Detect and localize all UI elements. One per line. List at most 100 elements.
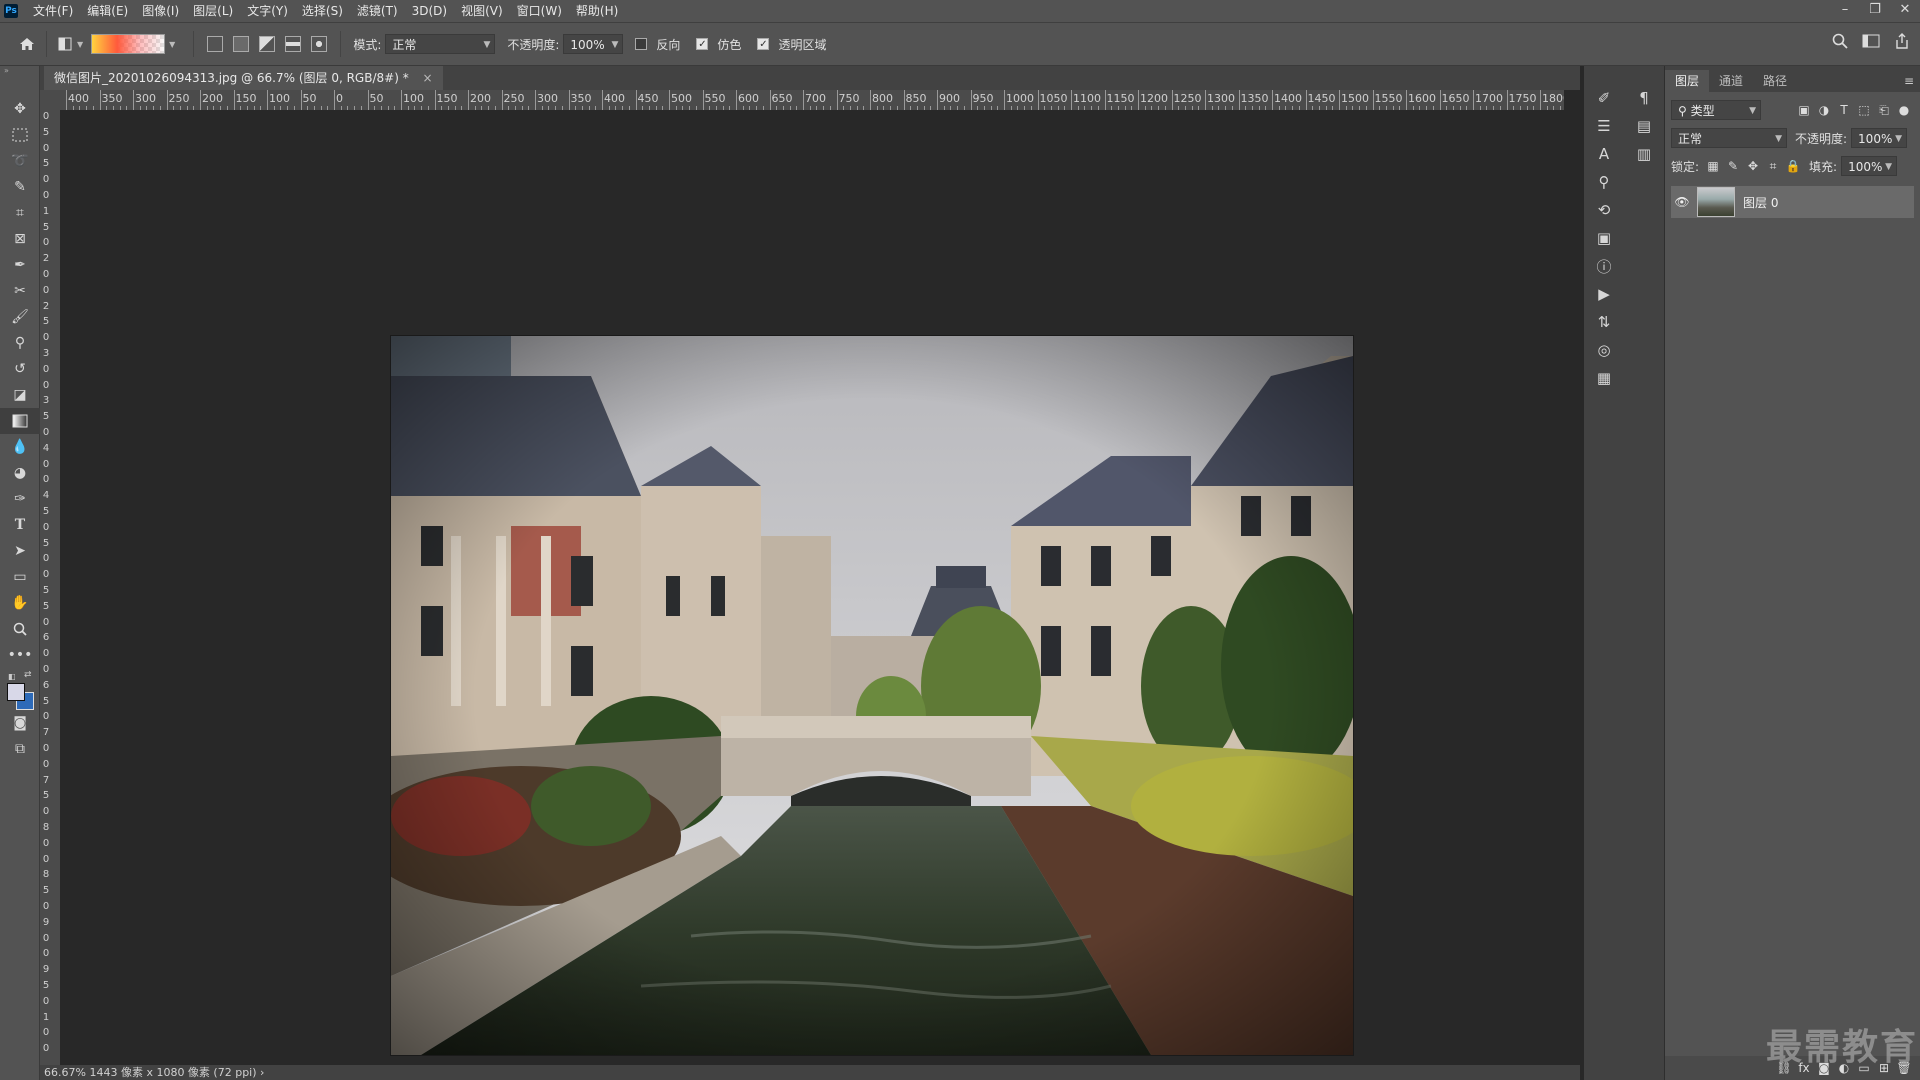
stamp-tool-icon[interactable]: ⚲ [0,330,40,356]
history-brush-icon[interactable]: ↺ [0,356,40,382]
zoom-level[interactable]: 66.67% [44,1066,86,1079]
menu-layer[interactable]: 图层(L) [186,0,240,22]
reverse-checkbox[interactable] [635,38,648,50]
document-tab[interactable]: 微信图片_20201026094313.jpg @ 66.7% (图层 0, R… [44,66,443,90]
filter-shape-icon[interactable]: ⬚ [1854,100,1874,120]
menu-type[interactable]: 文字(Y) [240,0,295,22]
layer-row[interactable]: 👁 图层 0 [1671,186,1914,218]
quick-mask-icon[interactable]: ◙ [0,710,40,736]
adjustments-icon[interactable]: ☰ [1584,112,1624,140]
menu-help[interactable]: 帮助(H) [569,0,625,22]
close-window-icon[interactable]: ✕ [1890,0,1920,22]
hand-tool-icon[interactable]: ✋ [0,590,40,616]
linear-gradient-icon[interactable] [207,36,224,52]
quick-selection-tool-icon[interactable]: ✎ [0,174,40,200]
eraser-tool-icon[interactable]: ◪ [0,382,40,408]
close-tab-icon[interactable]: × [423,71,433,85]
path-selection-tool-icon[interactable]: ➤ [0,538,40,564]
filter-adjustment-icon[interactable]: ◑ [1814,100,1834,120]
home-icon[interactable] [16,33,38,55]
lock-all-icon[interactable]: 🔒 [1783,156,1803,176]
menu-filter[interactable]: 滤镜(T) [350,0,405,22]
history-icon[interactable]: ⟲ [1584,196,1624,224]
character-icon[interactable]: A [1584,140,1624,168]
tab-layers[interactable]: 图层 [1665,70,1710,92]
layer-filter-select[interactable]: ⚲ 类型 ▼ [1671,100,1761,120]
tool-preset-icon[interactable] [55,33,77,55]
chevron-down-icon[interactable]: ▼ [77,40,83,49]
minimize-icon[interactable]: – [1830,0,1860,22]
info-icon[interactable]: ⓘ [1584,252,1624,280]
paragraph-icon[interactable]: ¶ [1624,84,1664,112]
search-icon[interactable] [1832,33,1848,52]
mode-select[interactable]: 正常 ▼ [385,34,496,54]
layer-opacity-field[interactable]: 100% ▼ [1851,128,1908,148]
swap-colors-icon[interactable]: ⇄ [24,670,32,680]
type-tool-icon[interactable]: T [0,512,40,538]
horizontal-ruler[interactable]: 400 350 300 250 200 150 100 50 0 50 100 150 200 250 30… [60,90,1564,111]
filter-smart-object-icon[interactable]: ⎗ [1874,100,1894,120]
screen-mode-icon[interactable]: ⧉ [0,736,40,762]
lock-artboard-icon[interactable]: ⌗ [1763,156,1783,176]
filter-toggle-icon[interactable]: ● [1894,100,1914,120]
restore-icon[interactable]: ❐ [1860,0,1890,22]
menu-3d[interactable]: 3D(D) [405,0,454,22]
chevron-down-icon[interactable]: ▼ [169,40,175,49]
actions-icon[interactable]: ▶ [1584,280,1624,308]
filter-type-icon[interactable]: T [1834,100,1854,120]
menu-image[interactable]: 图像(I) [135,0,186,22]
dodge-tool-icon[interactable]: ◕ [0,460,40,486]
blur-tool-icon[interactable]: 💧 [0,434,40,460]
lock-transparent-icon[interactable]: ▦ [1703,156,1723,176]
canvas-area[interactable] [60,110,1564,1065]
libraries-icon[interactable]: ▤ [1624,112,1664,140]
filter-pixel-icon[interactable]: ▣ [1794,100,1814,120]
foreground-color-swatch[interactable] [7,683,25,701]
collapse-icon[interactable]: » [0,66,39,76]
rectangle-tool-icon[interactable]: ▭ [0,564,40,590]
pen-tool-icon[interactable]: ✑ [0,486,40,512]
eye-icon[interactable]: 👁 [1671,195,1693,209]
default-colors-icon[interactable]: ◧ [8,672,16,681]
lasso-tool-icon[interactable]: ➰ [0,148,40,174]
vertical-ruler[interactable]: 0 5 0 5 0 0 1 5 0 2 0 0 2 5 0 3 0 0 3 5 0 4 0 0 4 5 0 5 0 0 5 5 0 6 0 0 6 5 0 7… [40,110,61,1065]
menu-file[interactable]: 文件(F) [26,0,80,22]
gradient-swatch[interactable] [91,34,166,54]
notes-icon[interactable]: ▥ [1624,140,1664,168]
status-menu-icon[interactable]: › [260,1066,264,1079]
diamond-gradient-icon[interactable] [311,36,328,52]
tab-channels[interactable]: 通道 [1709,70,1753,92]
blend-mode-select[interactable]: 正常 ▼ [1671,128,1787,148]
gradient-tool-icon[interactable] [0,408,40,434]
menu-edit[interactable]: 编辑(E) [80,0,135,22]
more-tools-icon[interactable]: ••• [0,642,40,668]
opacity-field[interactable]: 100% ▼ [563,34,624,54]
crop-tool-icon[interactable]: ⌗ [0,200,40,226]
clone-source-icon[interactable]: ⚲ [1584,168,1624,196]
menu-view[interactable]: 视图(V) [454,0,510,22]
radial-gradient-icon[interactable] [233,36,250,52]
3d-icon[interactable]: ◎ [1584,336,1624,364]
brush-tool-icon[interactable]: 🖌 [0,304,40,330]
menu-select[interactable]: 选择(S) [295,0,350,22]
frame-tool-icon[interactable]: ⊠ [0,226,40,252]
healing-tool-icon[interactable]: ✂ [0,278,40,304]
tab-paths[interactable]: 路径 [1753,70,1797,92]
angle-gradient-icon[interactable] [259,36,276,52]
dither-checkbox[interactable]: ✓ [696,38,709,50]
lock-position-icon[interactable]: ✥ [1743,156,1763,176]
share-icon[interactable] [1894,33,1910,52]
paths-icon[interactable]: ⇅ [1584,308,1624,336]
zoom-tool-icon[interactable] [0,616,40,642]
marquee-tool-icon[interactable] [0,122,40,148]
eyedropper-tool-icon[interactable]: ✒ [0,252,40,278]
menu-window[interactable]: 窗口(W) [510,0,569,22]
lock-pixels-icon[interactable]: ✎ [1723,156,1743,176]
properties-icon[interactable]: ▣ [1584,224,1624,252]
panel-menu-icon[interactable]: ≡ [1904,74,1920,92]
table-icon[interactable]: ▦ [1584,364,1624,392]
move-tool-icon[interactable]: ✥ [0,96,40,122]
reflected-gradient-icon[interactable] [285,36,302,52]
workspace-icon[interactable] [1862,34,1880,51]
canvas-image[interactable] [391,336,1353,1055]
